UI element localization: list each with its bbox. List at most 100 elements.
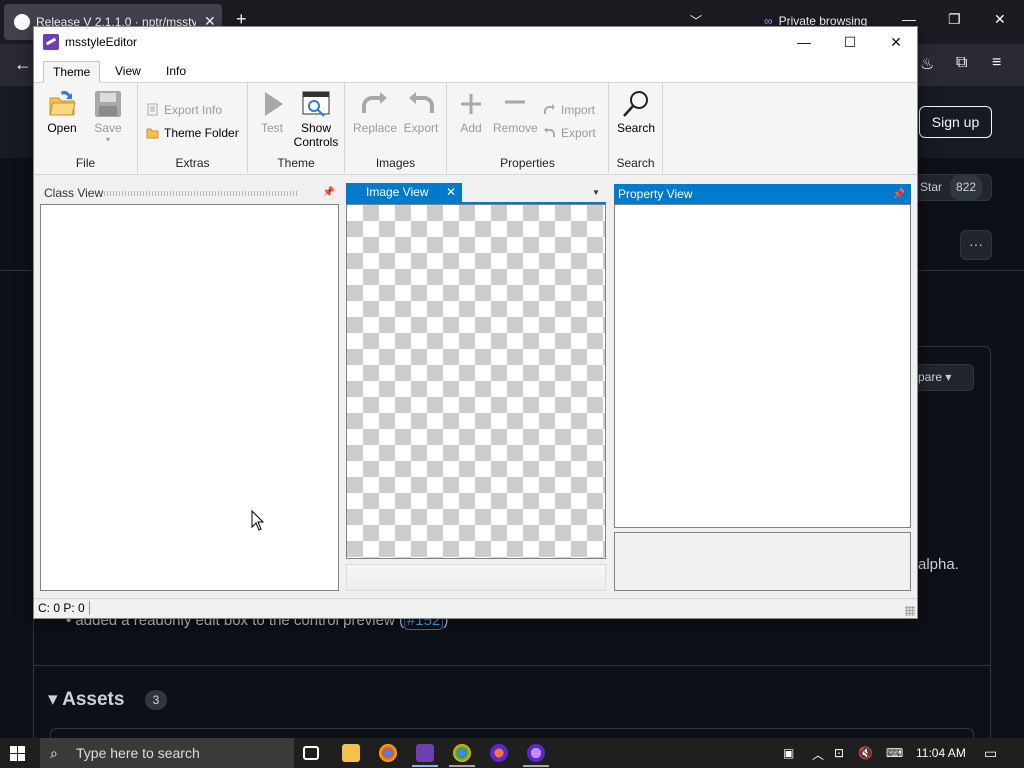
property-view-grid[interactable] xyxy=(614,204,911,528)
keyboard-icon[interactable]: ⌨ xyxy=(886,746,903,760)
chevron-up-icon[interactable]: ︿ xyxy=(812,746,824,763)
msstyleeditor-app-icon xyxy=(43,34,59,50)
close-button[interactable]: ✕ xyxy=(873,27,919,57)
class-view-tree[interactable] xyxy=(40,204,339,591)
action-center-icon[interactable]: ▭ xyxy=(984,745,997,762)
remove-property-button[interactable]: Remove xyxy=(493,89,538,135)
chevron-down-icon[interactable]: ▼ xyxy=(592,188,600,197)
ribbon-group-label: File xyxy=(75,156,96,170)
volume-muted-icon[interactable]: 🔇 xyxy=(858,746,873,760)
undo-arrow-icon xyxy=(543,126,556,139)
maximize-button[interactable]: ☐ xyxy=(827,27,873,57)
ribbon-group-properties: Add Remove Import Export Properties xyxy=(447,83,609,173)
test-button[interactable]: Test xyxy=(250,89,294,135)
firefox-icon[interactable] xyxy=(490,744,508,762)
chevron-down-icon: ▾ xyxy=(105,135,110,144)
window-titlebar[interactable]: msstyleEditor — ☐ ✕ xyxy=(34,27,917,57)
play-icon xyxy=(257,89,287,119)
replace-label: Replace xyxy=(353,121,398,135)
theme-folder-button[interactable]: Theme Folder xyxy=(146,126,239,140)
msstyleeditor-window: msstyleEditor — ☐ ✕ Theme View Info Open… xyxy=(33,26,918,619)
resize-grip-icon[interactable] xyxy=(905,606,915,616)
task-view-icon[interactable] xyxy=(303,746,319,760)
ribbon: Open Save ▾ File Export Info Theme Folde… xyxy=(34,83,917,175)
test-label: Test xyxy=(260,121,283,135)
import-property-button[interactable]: Import xyxy=(543,103,595,117)
image-view-toolbar xyxy=(346,564,606,591)
add-label: Add xyxy=(460,121,482,135)
more-options-button[interactable]: ··· xyxy=(960,230,992,260)
open-folder-icon xyxy=(47,89,77,119)
chrome-icon[interactable] xyxy=(379,744,397,762)
search-icon xyxy=(621,89,651,119)
assets-count-badge: 3 xyxy=(145,690,167,710)
property-view-title: Property View xyxy=(618,187,693,201)
flame-icon[interactable]: ♨ xyxy=(920,54,934,74)
assets-heading[interactable]: ▾ Assets xyxy=(48,688,124,711)
divider xyxy=(88,601,90,615)
file-explorer-icon[interactable] xyxy=(342,744,360,762)
msstyleeditor-taskbar-icon[interactable] xyxy=(416,744,434,762)
network-icon[interactable]: ⊡ xyxy=(834,746,844,760)
active-app-indicator xyxy=(449,765,475,767)
firefox-private-icon[interactable] xyxy=(527,744,545,762)
image-view-canvas[interactable] xyxy=(346,204,606,559)
tab-theme[interactable]: Theme xyxy=(43,61,101,83)
browser-minimize-icon[interactable]: — xyxy=(902,11,916,27)
image-view-tab[interactable]: Image View ✕ xyxy=(346,183,462,202)
document-icon xyxy=(146,103,159,116)
minus-icon xyxy=(500,89,530,119)
ribbon-group-label: Search xyxy=(616,156,655,170)
open-button[interactable]: Open xyxy=(40,89,84,135)
property-description-box xyxy=(614,532,911,591)
taskbar-search-input[interactable]: ⌕ Type here to search xyxy=(40,738,294,768)
browser-close-icon[interactable]: ✕ xyxy=(994,11,1006,28)
ribbon-group-theme: Test Show Controls Theme xyxy=(248,83,345,173)
add-property-button[interactable]: Add xyxy=(449,89,493,135)
remove-label: Remove xyxy=(493,121,538,135)
hamburger-menu-icon[interactable]: ≡ xyxy=(992,54,1001,72)
save-disk-icon xyxy=(93,89,123,119)
notification-badge-icon[interactable]: ▣ xyxy=(783,746,794,760)
status-text: C: 0 P: 0 xyxy=(38,601,85,615)
mouse-cursor-icon xyxy=(251,510,265,531)
replace-button[interactable]: Replace xyxy=(353,89,397,135)
taskbar-clock[interactable]: 11:04 AM xyxy=(916,746,966,760)
ribbon-group-label: Properties xyxy=(500,156,555,170)
windows-start-icon[interactable] xyxy=(10,746,26,762)
tab-info[interactable]: Info xyxy=(157,61,195,83)
save-label: Save xyxy=(94,121,122,135)
image-view-title: Image View xyxy=(366,185,429,199)
show-controls-label-1: Show xyxy=(300,121,332,135)
github-icon xyxy=(14,14,30,30)
property-view-header[interactable]: Property View 📌 xyxy=(614,184,911,204)
back-arrow-icon[interactable]: ← xyxy=(14,54,32,75)
ribbon-group-search: Search Search xyxy=(609,83,663,173)
export-image-button[interactable]: Export xyxy=(399,89,443,135)
export-info-button[interactable]: Export Info xyxy=(146,103,222,117)
star-button[interactable]: Star 822 xyxy=(905,174,992,201)
taskbar-search-placeholder: Type here to search xyxy=(76,745,200,761)
folder-icon xyxy=(146,126,159,139)
window-preview-icon xyxy=(301,89,331,119)
chrome-green-icon[interactable] xyxy=(453,744,471,762)
windows-taskbar: ⌕ Type here to search ▣ ︿ ⊡ 🔇 ⌨ 11:04 AM… xyxy=(0,738,1024,768)
ribbon-group-label: Images xyxy=(375,156,416,170)
class-view-header[interactable]: Class View 📌 xyxy=(40,184,339,202)
tab-view[interactable]: View xyxy=(106,61,150,83)
pin-icon[interactable]: 📌 xyxy=(893,185,905,205)
close-icon[interactable]: ✕ xyxy=(446,183,456,202)
extensions-icon[interactable]: ⧉ xyxy=(956,54,967,72)
class-view-title: Class View xyxy=(44,186,104,200)
search-label: Search xyxy=(616,121,656,135)
minimize-button[interactable]: — xyxy=(781,27,827,57)
search-button[interactable]: Search xyxy=(614,89,658,135)
pin-icon[interactable]: 📌 xyxy=(323,184,335,202)
sign-up-button[interactable]: Sign up xyxy=(919,106,992,138)
save-button[interactable]: Save ▾ xyxy=(86,89,130,144)
plus-icon xyxy=(456,89,486,119)
show-controls-button[interactable]: Show Controls xyxy=(292,89,340,149)
browser-maximize-icon[interactable]: ❐ xyxy=(948,11,961,28)
open-label: Open xyxy=(47,121,77,135)
export-property-button[interactable]: Export xyxy=(543,126,596,140)
